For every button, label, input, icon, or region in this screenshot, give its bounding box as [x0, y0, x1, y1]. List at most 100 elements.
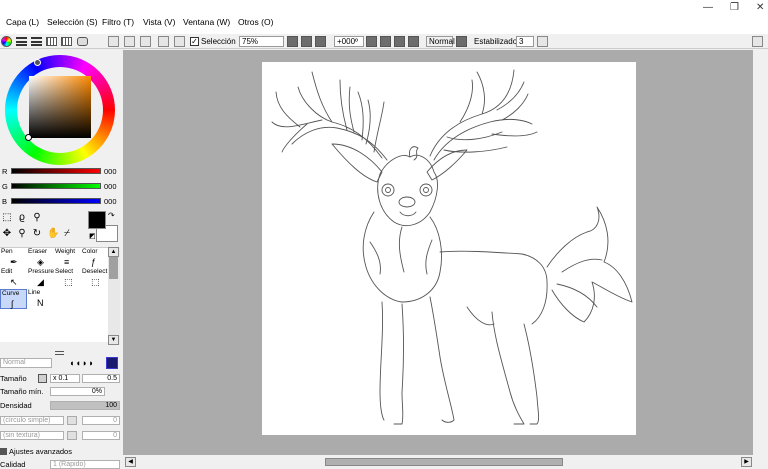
density-value[interactable]: 100 [50, 401, 120, 410]
tool-list-scrollbar[interactable]: ▲ ▼ [108, 247, 120, 345]
color-cursor-icon[interactable] [25, 134, 32, 141]
menu-capa[interactable]: Capa (L) [6, 17, 39, 27]
deer-line-art [271, 69, 633, 425]
green-slider[interactable] [11, 183, 101, 189]
blue-slider[interactable] [11, 198, 101, 204]
scroll-up-icon[interactable]: ▲ [108, 247, 119, 257]
flip-view-button[interactable] [456, 36, 467, 47]
eraser-icon: ◈ [37, 257, 44, 267]
redo-icon[interactable] [140, 36, 151, 47]
tool-color[interactable]: Color ƒ [81, 248, 108, 268]
quality-label: Calidad [0, 460, 26, 469]
brush-texture-select[interactable]: (sin textura) [0, 431, 64, 440]
swap-colors-icon[interactable]: ↷ [108, 211, 115, 220]
menu-seleccion[interactable]: Selección (S) [47, 17, 98, 27]
canvas-vertical-scrollbar[interactable] [753, 50, 768, 455]
menu-filtro[interactable]: Filtro (T) [102, 17, 134, 27]
scroll-right-icon[interactable]: ▶ [741, 457, 752, 467]
transparent-color-icon[interactable]: ◩ [89, 232, 96, 240]
undo-icon[interactable] [124, 36, 135, 47]
tool-label: Edit [1, 268, 13, 275]
rect-select-icon[interactable]: ⬚ [2, 213, 12, 223]
tool-deselect[interactable]: Deselect ⬚ [81, 268, 108, 288]
tool-curve[interactable]: Curve ∫ [0, 289, 27, 309]
tool-select[interactable]: Select ⬚ [54, 268, 81, 288]
toolbar: ✓ Selección 75% +000º Normal Estabilizad… [0, 34, 768, 49]
tool-eraser[interactable]: Eraser ◈ [27, 248, 54, 268]
invert-selection-button[interactable] [174, 36, 185, 47]
advanced-settings-label[interactable]: Ajustes avanzados [9, 447, 72, 456]
brush-edge-hardness-icon[interactable]: ◖◖◗◗ [69, 358, 95, 368]
move-icon[interactable]: ✥ [2, 229, 12, 239]
stabilizer-select[interactable]: 3 [516, 36, 534, 47]
brush-blend-mode[interactable]: Normal [0, 358, 52, 368]
canvas-horizontal-scrollbar[interactable]: ◀ ▶ [123, 455, 768, 469]
brush-texture-value[interactable]: 0 [82, 431, 120, 440]
blend-mode-select[interactable]: Normal [426, 36, 455, 47]
horizontal-scroll-thumb[interactable] [325, 458, 563, 466]
rgb-slider-tab-icon[interactable] [16, 37, 27, 46]
saturation-value-square[interactable] [29, 76, 91, 138]
eyedropper-icon[interactable]: ⌿ [62, 229, 72, 239]
panel-collapse-button[interactable] [108, 36, 119, 47]
restore-button[interactable]: ❐ [730, 2, 739, 13]
zoom-select[interactable]: 75% [239, 36, 284, 47]
rotate-right-button[interactable] [380, 36, 391, 47]
rotation-field[interactable]: +000º [334, 36, 364, 47]
quality-value[interactable]: 1 (Rápido) [50, 460, 120, 469]
menu-otros[interactable]: Otros (O) [238, 17, 273, 27]
selection-checkbox[interactable]: ✓ [190, 37, 199, 46]
menu-ventana[interactable]: Ventana (W) [183, 17, 230, 27]
size-multiplier[interactable]: x 0.1 [50, 374, 80, 383]
scroll-thumb[interactable] [109, 257, 118, 279]
minimize-button[interactable]: — [703, 2, 713, 13]
tool-pen[interactable]: Pen ✒ [0, 248, 27, 268]
red-slider[interactable] [11, 168, 101, 174]
hsv-slider-tab-icon[interactable] [31, 37, 42, 46]
rotation-reset-button[interactable] [394, 36, 405, 47]
tool-label: Color [82, 248, 98, 255]
zoom-reset-button[interactable] [315, 36, 326, 47]
brush-texture-button[interactable] [67, 431, 77, 440]
brush-edge-selected-icon[interactable] [106, 357, 118, 369]
zoom-in-button[interactable] [301, 36, 312, 47]
drawing-canvas[interactable] [262, 62, 636, 435]
tool-edit[interactable]: Edit ↖ [0, 268, 27, 288]
scratchpad-tab-icon[interactable] [61, 37, 72, 46]
hue-cursor-icon[interactable] [34, 59, 41, 66]
tool-line[interactable]: Line N [27, 289, 54, 309]
swatch-tab-icon[interactable] [46, 37, 57, 46]
tool-weight[interactable]: Weight ≡ [54, 248, 81, 268]
rotate-left-button[interactable] [366, 36, 377, 47]
zoom-tool-icon[interactable]: ⚲ [17, 229, 27, 239]
zoom-out-button[interactable] [287, 36, 298, 47]
stabilizer-label: Estabilizador [474, 37, 520, 46]
scroll-left-icon[interactable]: ◀ [125, 457, 136, 467]
user-swatch-tab-icon[interactable] [77, 37, 88, 46]
min-size-label: Tamaño mín. [0, 387, 44, 396]
hand-icon[interactable]: ✋ [47, 229, 59, 239]
color-wheel[interactable] [5, 55, 115, 165]
flip-horizontal-button[interactable] [408, 36, 419, 47]
brush-shape-value[interactable]: 0 [82, 416, 120, 425]
rotate-tool-icon[interactable]: ↻ [32, 229, 42, 239]
size-lock-icon[interactable] [38, 374, 47, 383]
menu-vista[interactable]: Vista (V) [143, 17, 175, 27]
canvas-panel-menu-button[interactable] [752, 36, 763, 47]
close-button[interactable]: ✕ [756, 2, 764, 13]
tool-pressure[interactable]: Pressure ◢ [27, 268, 54, 288]
brush-shape-handle-icon [55, 351, 64, 355]
size-value[interactable]: 0.5 [82, 374, 120, 383]
brush-shape-select[interactable]: (círculo simple) [0, 416, 64, 425]
deselect-button[interactable] [158, 36, 169, 47]
advanced-collapse-icon[interactable] [0, 448, 7, 455]
lasso-icon[interactable]: ϱ [17, 213, 27, 223]
color-wheel-tab-icon[interactable] [1, 36, 12, 47]
min-size-value[interactable]: 0% [50, 387, 105, 396]
brush-shape-button[interactable] [67, 416, 77, 425]
magic-wand-icon[interactable]: ⚲ [32, 213, 42, 223]
scroll-down-icon[interactable]: ▼ [108, 335, 119, 345]
stabilizer-dropdown-icon[interactable] [537, 36, 548, 47]
tool-label: Curve [2, 290, 20, 297]
foreground-color-swatch[interactable] [88, 211, 106, 229]
